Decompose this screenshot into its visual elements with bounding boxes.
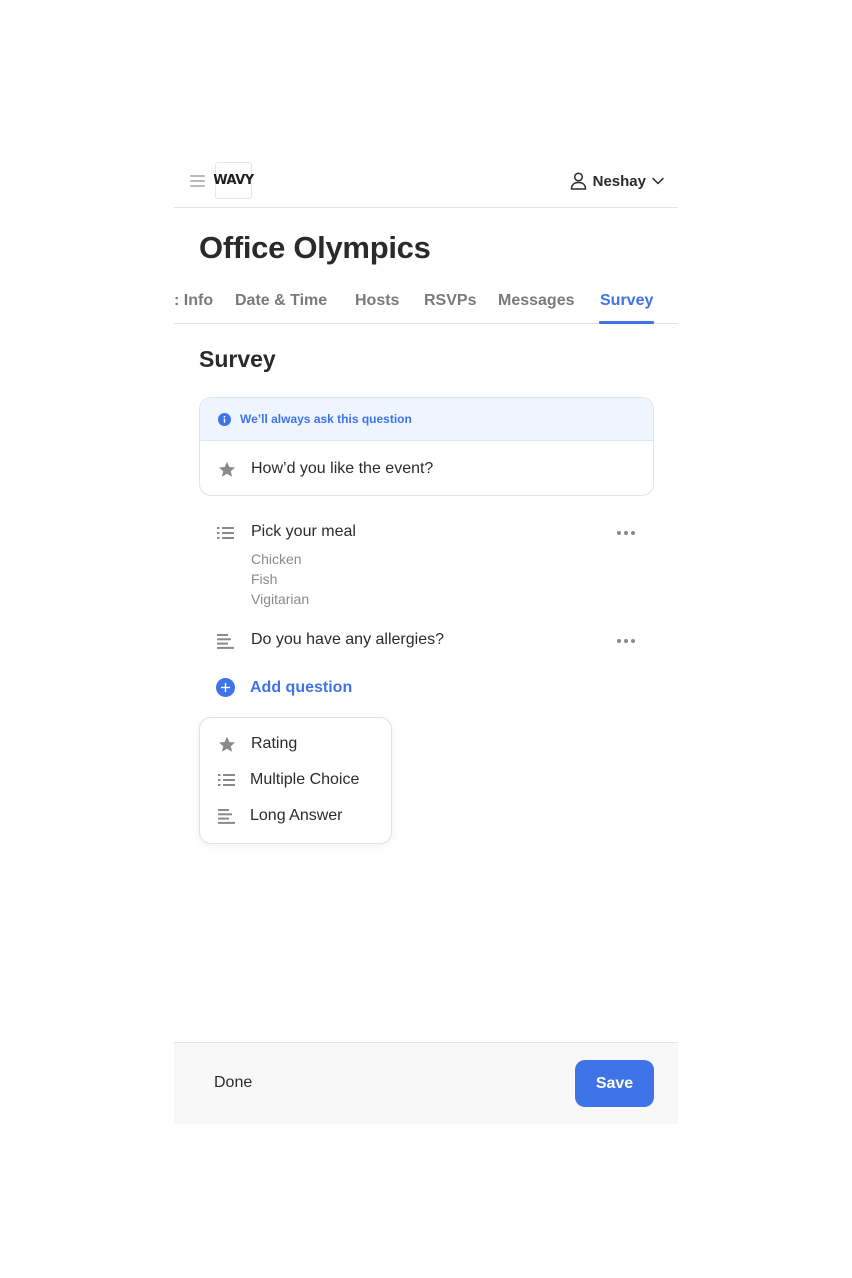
wavy-logo[interactable]: WAVY — [213, 162, 254, 199]
more-options-icon[interactable] — [616, 523, 636, 543]
logo-text: WAVY — [213, 173, 254, 188]
tab-rsvps[interactable]: RSVPs — [424, 292, 476, 310]
more-options-icon[interactable] — [616, 631, 636, 651]
menu-item-multiple-choice[interactable]: Multiple Choice — [200, 763, 391, 797]
tab-messages[interactable]: Messages — [498, 292, 575, 310]
lines-icon — [217, 634, 234, 649]
info-icon — [218, 412, 231, 426]
tab-date-time[interactable]: Date & Time — [235, 292, 327, 310]
top-header: WAVY Neshay — [174, 150, 678, 208]
lines-icon — [218, 808, 235, 824]
list-icon — [218, 774, 235, 786]
default-question-card: We’ll always ask this question How’d you… — [199, 397, 654, 496]
menu-item-label: Rating — [251, 735, 298, 752]
app-window: WAVY Neshay Office Olympics : Info Date … — [174, 150, 678, 1124]
question-type-menu: Rating Multiple Choice Long Answer — [199, 717, 392, 844]
add-question-button[interactable]: Add question — [216, 678, 352, 697]
option-item: Vigitarian — [251, 591, 310, 607]
add-question-label: Add question — [250, 678, 353, 696]
question-text: Do you have any allergies? — [251, 631, 445, 648]
event-tabs: : Info Date & Time Hosts RSVPs Messages … — [174, 286, 678, 324]
menu-item-rating[interactable]: Rating — [200, 727, 391, 761]
section-title: Survey — [199, 346, 276, 372]
question-options: Chicken Fish Vigitarian — [251, 549, 309, 609]
question-item[interactable]: Do you have any allergies? — [199, 631, 654, 655]
tab-info[interactable]: : Info — [174, 292, 213, 310]
star-icon — [219, 461, 235, 477]
active-tab-indicator — [599, 321, 654, 324]
plus-icon — [216, 678, 235, 697]
default-question-banner: We’ll always ask this question — [200, 398, 653, 441]
star-icon — [219, 736, 235, 752]
option-item: Fish — [251, 571, 278, 587]
banner-text: We’ll always ask this question — [240, 412, 412, 426]
question-item[interactable]: Pick your meal Chicken Fish Vigitarian — [199, 523, 654, 607]
user-menu[interactable]: Neshay — [570, 170, 664, 192]
save-button[interactable]: Save — [575, 1060, 654, 1107]
hamburger-menu-icon[interactable] — [190, 175, 205, 187]
menu-item-long-answer[interactable]: Long Answer — [200, 799, 391, 833]
menu-item-label: Long Answer — [250, 807, 343, 824]
default-question-text: How’d you like the event? — [251, 460, 434, 477]
default-question: How’d you like the event? — [200, 441, 653, 495]
menu-item-label: Multiple Choice — [250, 771, 360, 788]
user-name: Neshay — [592, 172, 646, 190]
question-text: Pick your meal — [251, 523, 356, 540]
done-button[interactable]: Done — [214, 1074, 252, 1092]
tab-hosts[interactable]: Hosts — [355, 292, 399, 310]
chevron-down-icon — [652, 177, 664, 185]
list-icon — [217, 527, 234, 539]
tab-survey[interactable]: Survey — [600, 292, 653, 310]
option-item: Chicken — [251, 551, 302, 567]
user-icon — [570, 172, 586, 190]
footer-bar: Done Save — [174, 1042, 678, 1124]
page-title: Office Olympics — [199, 230, 431, 265]
